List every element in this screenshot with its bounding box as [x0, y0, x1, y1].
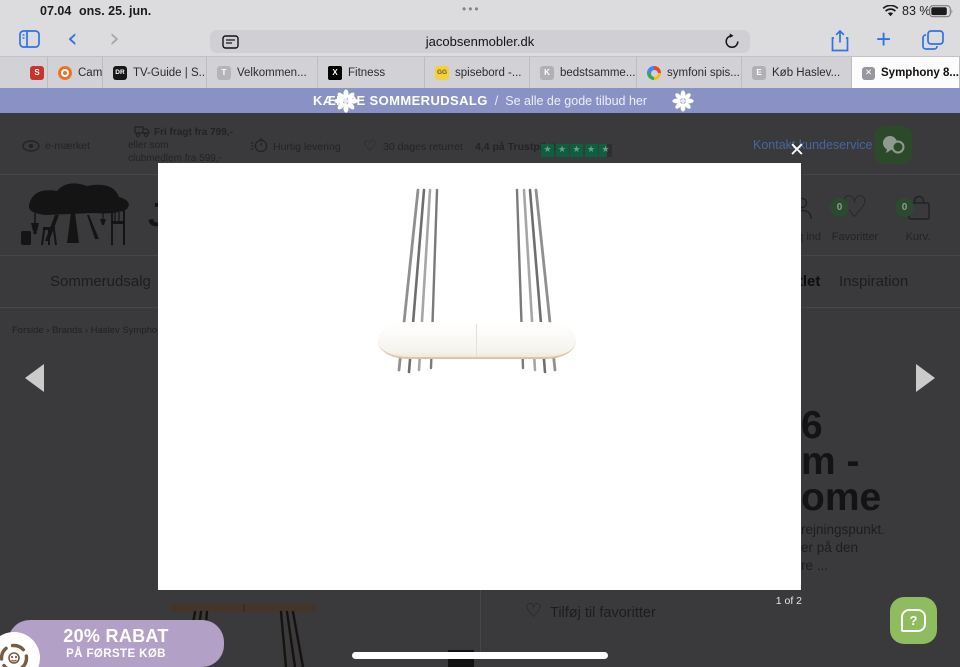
tabletop-seam — [476, 324, 477, 357]
tab-favicon — [58, 66, 72, 80]
tab-bedstsammen[interactable]: K bedstsamme... — [530, 57, 637, 89]
tab-spisebord[interactable]: GG spisebord -... — [425, 57, 530, 89]
sale-banner-link[interactable]: Se alle de gode tilbud her — [505, 94, 647, 108]
reload-icon[interactable] — [724, 33, 740, 53]
battery-icon — [929, 5, 954, 21]
tab-tv-guide[interactable]: DR TV-Guide | S... — [103, 57, 207, 89]
wifi-icon — [882, 4, 899, 21]
url-text: jacobsenmobler.dk — [425, 34, 535, 49]
star-icon: ★ — [570, 143, 583, 157]
breadcrumb[interactable]: Forside › Brands › Haslev Symphony — [12, 325, 167, 336]
tab-koeb-haslev[interactable]: E Køb Haslev... — [742, 57, 852, 89]
home-indicator[interactable] — [352, 652, 608, 659]
contact-link[interactable]: Kontakt kundeservice — [753, 138, 873, 152]
usp-returns: 30 dages returret — [383, 141, 463, 153]
cart-count-badge: 0 — [895, 198, 914, 217]
lightbox-next-arrow[interactable] — [915, 363, 936, 398]
favorites-count-badge: 0 — [830, 198, 849, 217]
star-icon: ★ — [541, 143, 554, 157]
tab-favicon: DR — [113, 66, 127, 80]
product-photo-tabletop — [378, 322, 576, 359]
usp-shipping-line1: Fri fragt fra 799,- — [154, 127, 233, 138]
clock: 07.04 — [40, 4, 72, 18]
star-half-icon: ★ — [599, 143, 612, 157]
divider — [480, 590, 481, 656]
flower-icon — [334, 89, 358, 118]
star-icon: ★ — [584, 143, 598, 157]
promo-line2: PÅ FØRSTE KØB — [66, 648, 166, 660]
lightbox-prev-arrow[interactable] — [24, 363, 45, 398]
ipad-screen: 07.04 ons. 25. jun. ••• 83 % ‹ › + jacob… — [0, 0, 960, 667]
tab-favicon-google-icon — [647, 66, 661, 80]
tab-favicon: T — [217, 66, 231, 80]
image-lightbox — [158, 163, 801, 590]
product-photo-table-legs — [397, 188, 557, 374]
tab-fitness[interactable]: X Fitness — [318, 57, 425, 89]
sale-banner[interactable]: KÆMPE SOMMERUDSALG / Se alle de gode til… — [0, 88, 960, 113]
tab-symphony-active[interactable]: ✕ Symphony 8... — [852, 57, 960, 89]
tab-partial[interactable]: S — [0, 57, 48, 89]
usp-emaerket[interactable]: e-mærket — [45, 140, 90, 152]
favorites-label[interactable]: Favoritter — [820, 231, 890, 243]
tab-favicon: E — [752, 66, 766, 80]
sidebar-toggle-icon[interactable] — [19, 30, 40, 53]
add-to-favorites-button[interactable]: Tilføj til favoritter — [550, 605, 656, 621]
flower-icon — [672, 90, 694, 117]
lightbox-counter: 1 of 2 — [775, 595, 802, 607]
multitask-dots-icon: ••• — [462, 2, 481, 16]
tabs-overview-icon[interactable] — [922, 30, 944, 55]
add-favorite-heart-icon[interactable]: ♡ — [525, 600, 542, 622]
chat-widget-button[interactable]: ? — [890, 597, 937, 644]
tab-camp[interactable]: Camp... — [48, 57, 103, 89]
trustpilot-stars: ★ ★ ★ ★ ★ — [541, 139, 614, 157]
customer-service-chat-icon[interactable] — [874, 126, 912, 164]
nav-inspiration[interactable]: Inspiration — [839, 273, 908, 290]
promo-line1: 20% RABAT — [63, 626, 169, 646]
usp-delivery: Hurtig levering — [273, 141, 341, 153]
fast-delivery-icon — [250, 138, 268, 153]
sale-banner-separator: / — [494, 93, 499, 108]
lightbox-close-icon[interactable]: ✕ — [786, 139, 808, 161]
cart-label[interactable]: Kurv. — [894, 231, 942, 243]
tab-symfoni[interactable]: symfoni spis... — [637, 57, 742, 89]
forward-button[interactable]: › — [109, 25, 120, 52]
product-desc-fragment: rejningspunkt. — [801, 522, 886, 537]
read-more-link-fragment[interactable]: re ... — [801, 558, 828, 573]
nav-sommerudsalg[interactable]: Sommerudsalg — [50, 273, 151, 290]
back-button[interactable]: ‹ — [67, 25, 78, 52]
share-icon[interactable] — [830, 29, 850, 58]
product-title-fragment: ome — [801, 476, 882, 519]
shop-logo-tree-illustration[interactable] — [15, 179, 137, 254]
tab-favicon: S — [30, 66, 44, 80]
battery-percent: 83 % — [902, 4, 931, 18]
usp-shipping-line2: eller som — [128, 140, 169, 151]
emaerket-eye-icon — [22, 140, 40, 152]
chat-question-icon: ? — [901, 609, 926, 632]
tab-bar: S Camp... DR TV-Guide | S... T Velkommen… — [0, 56, 960, 89]
star-icon: ★ — [555, 143, 569, 157]
status-bar: 07.04 ons. 25. jun. ••• 83 % — [0, 0, 960, 26]
product-desc-fragment: er på den — [801, 540, 859, 555]
new-tab-button[interactable]: + — [876, 26, 891, 52]
tab-favicon: X — [328, 66, 342, 80]
address-bar[interactable]: jacobsenmobler.dk — [210, 30, 750, 53]
date: ons. 25. jun. — [79, 4, 152, 18]
tab-favicon: GG — [435, 66, 449, 80]
tab-velkommen[interactable]: T Velkommen... — [207, 57, 318, 89]
returns-heart-icon: ♡ — [363, 137, 377, 155]
discount-promo-badge[interactable]: 20% RABAT PÅ FØRSTE KØB — [8, 620, 224, 667]
tab-close-icon[interactable]: ✕ — [862, 66, 875, 80]
tab-favicon: K — [540, 66, 554, 80]
reader-icon[interactable] — [222, 35, 239, 52]
